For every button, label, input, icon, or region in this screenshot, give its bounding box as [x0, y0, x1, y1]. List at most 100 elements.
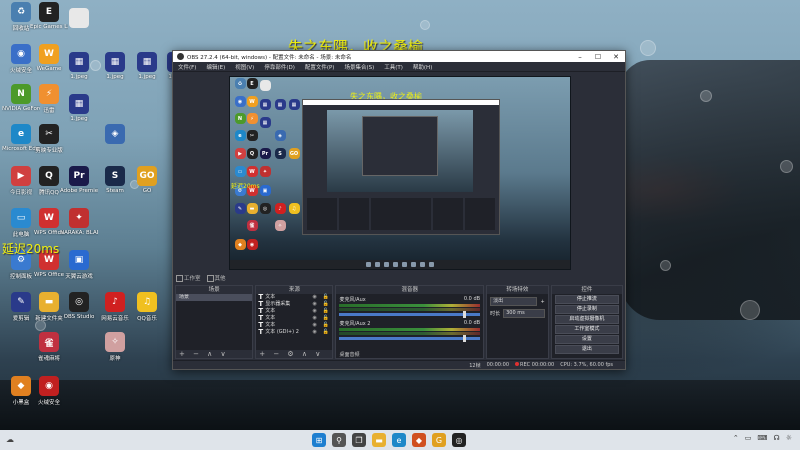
genshin-icon: ✧ [105, 332, 125, 352]
volume-meter [339, 304, 481, 307]
desktop-icon[interactable]: ◈ [96, 124, 134, 146]
mixer-channel: 麦克风/Aux 0.0 dB [339, 296, 481, 318]
transition-type-select[interactable]: 淡出 [490, 297, 538, 306]
desktop-icon[interactable]: ▣ 天翼云游戏 [60, 250, 98, 280]
tray-icon[interactable]: ☊ [774, 434, 780, 442]
desktop-icon[interactable]: ▦ 1.jpeg [60, 94, 98, 122]
obs-icon[interactable]: ◎ [452, 433, 466, 447]
system-tray: ⌃ ▭ ⌨ ☊ ☼ [733, 434, 792, 442]
lock-icon[interactable]: 🔓 [322, 294, 332, 301]
source-item[interactable]: T 文本 ◉ 🔓 [256, 294, 332, 301]
lock-icon[interactable]: 🔓 [322, 301, 332, 308]
eye-icon[interactable]: ◉ [312, 308, 322, 315]
source-item[interactable]: T 文本 (GDI+) 2 ◉ 🔓 [256, 329, 332, 336]
search-icon[interactable]: ⚲ [332, 433, 346, 447]
wegame-icon: W [39, 44, 59, 64]
game-icon[interactable]: ◆ [412, 433, 426, 447]
file-explorer-icon[interactable]: ▬ [372, 433, 386, 447]
desktop-icon[interactable]: GO GO [128, 166, 166, 194]
source-item[interactable]: T 文本 ◉ 🔓 [256, 315, 332, 322]
minimize-icon[interactable]: – [571, 53, 589, 61]
desktop-icon[interactable]: ▦ 1.jpeg [60, 52, 98, 80]
volume-slider[interactable] [339, 335, 481, 342]
go-icon[interactable]: G [432, 433, 446, 447]
other-toggle[interactable]: 其他 [206, 274, 226, 282]
weather-icon[interactable]: ☁ [6, 435, 14, 444]
volume-slider-knob[interactable] [463, 311, 467, 318]
menu-item[interactable]: 配置文件(P) [300, 63, 340, 71]
control-button[interactable]: 设置 [554, 335, 620, 344]
transition-add-icon[interactable]: + [540, 299, 544, 305]
desktop-icon-label: 原神 [109, 356, 121, 362]
desktop-icon[interactable]: Pr Adobe Premiere [60, 166, 98, 194]
menu-item[interactable]: 工具(T) [379, 63, 408, 71]
desktop-icon[interactable]: ✂ 剪映专业版 [30, 124, 68, 154]
menu-item[interactable]: 场景集合(S) [339, 63, 379, 71]
maximize-icon[interactable]: ☐ [589, 53, 607, 61]
volume-slider-knob[interactable] [463, 335, 467, 342]
eye-icon[interactable]: ◉ [312, 301, 322, 308]
wps-icon: W [39, 208, 59, 228]
epic-games-icon: E [39, 2, 59, 22]
source-item[interactable]: T 文本 ◉ 🔓 [256, 308, 332, 315]
desktop-icon[interactable]: ♫ QQ音乐 [128, 292, 166, 322]
preview-desktop-icon: ◉ [243, 239, 261, 250]
task-view-icon[interactable]: ❐ [352, 433, 366, 447]
desktop-icon[interactable]: ✧ 原神 [96, 332, 134, 362]
desktop-icon-label: 天翼云游戏 [65, 274, 93, 280]
eye-icon[interactable]: ◉ [312, 294, 322, 301]
eye-icon[interactable]: ◉ [312, 329, 322, 336]
mixer-channel-db: 0.0 dB [463, 296, 481, 302]
desktop-icon-label: 1.jpeg [70, 74, 88, 80]
volume-slider[interactable] [339, 311, 481, 318]
menu-item[interactable]: 视图(V) [230, 63, 259, 71]
obs-icon: ◎ [259, 203, 271, 214]
source-name: 文本 (GDI+) 2 [265, 329, 299, 335]
obs-preview[interactable]: ♻E◉W▦▦▦▦N⚡▦e✂◈▶QPrSGO▭W✦⚙W▣✎▬◎♪♫雀✧◆◉ 失之东… [229, 76, 571, 270]
desktop-icon[interactable]: ◉ 火绒安全 [30, 376, 68, 406]
edge-icon[interactable]: e [392, 433, 406, 447]
close-icon[interactable]: ✕ [607, 53, 625, 61]
transition-duration-input[interactable]: 300 ms [503, 309, 545, 318]
lock-icon[interactable]: 🔓 [322, 308, 332, 315]
menu-item[interactable]: 帮助(H) [408, 63, 437, 71]
obs-window[interactable]: OBS 27.2.4 (64-bit, windows) - 配置文件: 未命名… [172, 50, 626, 370]
tray-icon[interactable]: ▭ [745, 434, 752, 442]
source-item[interactable]: T 显示器采集 ◉ 🔓 [256, 301, 332, 308]
tray-icon[interactable]: ⌨ [757, 434, 767, 442]
menu-item[interactable]: 编辑(E) [201, 63, 230, 71]
desktop-icon[interactable]: ✦ NARAKA: BLADEPOINT [60, 208, 98, 236]
menu-item[interactable]: 文件(F) [173, 63, 201, 71]
tray-icon[interactable]: ☼ [786, 434, 792, 442]
desktop-icon[interactable] [60, 8, 98, 30]
control-button[interactable]: 启动虚拟摄像机 [554, 315, 620, 324]
raindrop [740, 300, 760, 320]
scene-item[interactable]: 场景 [176, 294, 253, 301]
lock-icon[interactable]: 🔓 [322, 315, 332, 322]
sources-dock-toolbar[interactable]: + − ⚙ ∧ ∨ [256, 350, 333, 358]
qq-icon: Q [39, 166, 59, 186]
studio-mode-toggle[interactable]: 工作室 [176, 274, 201, 282]
control-button[interactable]: 停止推流 [554, 295, 620, 304]
naraka-icon: ✦ [69, 208, 89, 228]
control-button[interactable]: 工作室模式 [554, 325, 620, 334]
obs-titlebar[interactable]: OBS 27.2.4 (64-bit, windows) - 配置文件: 未命名… [173, 51, 625, 62]
desktop-icon-label: Adobe Premiere [60, 188, 98, 194]
security-icon: ◉ [246, 239, 258, 250]
lock-icon[interactable]: 🔓 [322, 322, 332, 329]
desktop-icon[interactable]: 雀雀魂麻将 [30, 332, 68, 362]
control-button[interactable]: 停止录制 [554, 305, 620, 314]
eye-icon[interactable]: ◉ [312, 315, 322, 322]
obs-docks: 场景 场景 + − ∧ ∨ 来源 T 文本 ◉ 🔓 T 显示器采集 ◉ 🔓 T 文本 ◉ 🔓 T 文本 ◉ 🔓… [173, 285, 625, 359]
status-live-time: 00:00:00 [486, 362, 510, 368]
eye-icon[interactable]: ◉ [312, 322, 322, 329]
start-icon[interactable]: ⊞ [312, 433, 326, 447]
tray-icon[interactable]: ⌃ [733, 434, 739, 442]
control-button[interactable]: 退出 [554, 345, 620, 354]
scenes-dock-toolbar[interactable]: + − ∧ ∨ [176, 350, 253, 358]
mixer-channel-header: 麦克风/Aux 2 0.0 dB [339, 320, 480, 327]
desktop-icon[interactable]: ◎ OBS Studio [60, 292, 98, 320]
source-item[interactable]: T 文本 ◉ 🔓 [256, 322, 332, 329]
menu-item[interactable]: 停靠部件(D) [259, 63, 300, 71]
lock-icon[interactable]: 🔓 [322, 329, 332, 336]
